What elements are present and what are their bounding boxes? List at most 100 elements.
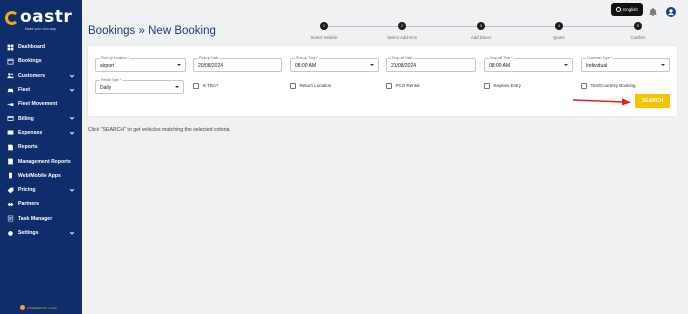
- partners-icon: [6, 200, 14, 208]
- billing-icon: [6, 115, 14, 123]
- task-manager-icon: [6, 215, 14, 223]
- chevron-down-icon[interactable]: [69, 73, 75, 79]
- chevron-down-icon[interactable]: [69, 230, 75, 236]
- dropoff-date-label: Drop-off Date: [391, 56, 414, 60]
- sidebar-item-expenses[interactable]: Expenses: [0, 126, 82, 140]
- page-title: Bookings » New Booking: [88, 25, 216, 37]
- step-quote: 4 Quote: [529, 22, 589, 40]
- pickup-time-select[interactable]: Pick-up Time * 08:00 AM: [290, 56, 379, 72]
- sidebar-item-label: Settings: [18, 230, 39, 236]
- sidebar-item-fleet[interactable]: Fleet: [0, 83, 82, 97]
- search-button[interactable]: SEARCH: [635, 94, 670, 108]
- breadcrumb-current: New Booking: [148, 25, 216, 37]
- fleet-movement-icon: [6, 100, 14, 108]
- step-number: 4: [555, 22, 563, 30]
- powered-by: POWERED BY Coastr: [20, 305, 57, 310]
- checkbox-icon[interactable]: [581, 83, 587, 89]
- dropoff-time-select[interactable]: Drop-off Time * 08:00 AM: [484, 56, 573, 72]
- return-location-label: Return Location: [299, 83, 332, 89]
- step-number: 3: [477, 22, 485, 30]
- step-label: Confirm: [630, 35, 646, 40]
- dropoff-time-label: Drop-off Time *: [489, 56, 514, 60]
- sidebar-item-dashboard[interactable]: Dashboard: [0, 40, 82, 54]
- step-label: Select Vehicle: [310, 35, 338, 40]
- chevron-down-icon[interactable]: [69, 87, 75, 93]
- search-hint-text: Click "SEARCH" to get vehicles matching …: [88, 127, 230, 133]
- checkbox-icon[interactable]: [290, 83, 296, 89]
- test-courtesy-booking-label: Test/Courtesy Booking: [590, 83, 636, 89]
- sidebar-item-label: Expenses: [18, 129, 43, 136]
- pickup-date-value: 20/08/2024: [198, 63, 224, 69]
- sidebar-item-label: Billing: [18, 115, 34, 122]
- sidebar-item-label: Customers: [18, 72, 46, 79]
- dropoff-date-field[interactable]: Drop-off Date 21/08/2024: [386, 56, 476, 72]
- step-label: Quote: [553, 35, 565, 40]
- step-add-driver: 3 Add Driver: [451, 22, 511, 40]
- sidebar-item-settings[interactable]: Settings: [0, 226, 82, 240]
- logo-c-mark: [5, 10, 19, 25]
- pickup-location-select[interactable]: Pick-Up Location * airport: [95, 56, 186, 72]
- pco-rental-checkbox[interactable]: PCO Rental: [386, 83, 420, 89]
- caret-down-icon: [370, 64, 374, 66]
- booking-stepper: 1 Select Vehicle 2 Select Add-Ons 3 Add …: [300, 20, 670, 44]
- sidebar-item-fleet-movement[interactable]: Fleet Movement: [0, 97, 82, 111]
- sidebar-item-partners[interactable]: Partners: [0, 197, 82, 211]
- rental-type-select[interactable]: Rental Type * Daily: [95, 78, 184, 94]
- return-location-checkbox[interactable]: Return Location: [290, 83, 331, 89]
- dashboard-icon: [6, 43, 14, 51]
- sidebar-item-reports[interactable]: Reports: [0, 140, 82, 154]
- sidebar-item-label: Dashboard: [18, 44, 46, 51]
- step-confirm: 5 Confirm: [608, 22, 668, 40]
- red-arrow-annotation: [572, 98, 631, 106]
- customers-icon: [6, 72, 14, 80]
- sidebar-item-pricing[interactable]: Pricing: [0, 183, 82, 197]
- pickup-time-value: 08:00 AM: [295, 63, 317, 69]
- apps-icon: [6, 172, 14, 180]
- checkbox-icon[interactable]: [484, 83, 490, 89]
- breadcrumb-separator: »: [138, 25, 145, 37]
- customer-type-value: Individual: [586, 63, 608, 69]
- pickup-date-field[interactable]: Pick-up Date 20/08/2024: [193, 56, 282, 72]
- test-courtesy-booking-checkbox[interactable]: Test/Courtesy Booking: [581, 83, 636, 89]
- bookings-icon: [6, 57, 14, 65]
- chevron-down-icon[interactable]: [69, 187, 75, 193]
- management-reports-icon: [6, 158, 14, 166]
- rental-type-value: Daily: [100, 85, 112, 91]
- pricing-icon: [6, 186, 14, 194]
- sidebar: oastr Make your own way Dashboard Booking…: [0, 0, 82, 314]
- sidebar-item-bookings[interactable]: Bookings: [0, 54, 82, 68]
- is-tba-checkbox[interactable]: Is TBA?: [193, 83, 218, 89]
- sidebar-item-billing[interactable]: Billing: [0, 111, 82, 125]
- powered-by-label: POWERED BY Coastr: [27, 305, 57, 310]
- checkbox-icon[interactable]: [386, 83, 392, 89]
- caret-down-icon: [175, 86, 179, 88]
- step-number: 1: [320, 22, 328, 30]
- chevron-down-icon[interactable]: [69, 130, 75, 136]
- dropoff-time-value: 08:00 AM: [489, 63, 511, 69]
- checkbox-icon[interactable]: [193, 83, 199, 89]
- step-label: Add Driver: [470, 35, 492, 40]
- sidebar-item-label: Fleet: [18, 87, 31, 94]
- sidebar-item-web-mobile-apps[interactable]: Web/Mobile Apps: [0, 169, 82, 183]
- customer-type-select[interactable]: Customer Type * Individual: [581, 56, 670, 72]
- breadcrumb-root[interactable]: Bookings: [88, 25, 135, 37]
- customer-type-label: Customer Type *: [586, 56, 614, 60]
- sidebar-item-label: Management Reports: [18, 158, 71, 165]
- pco-rental-label: PCO Rental: [395, 83, 420, 89]
- brand-name: oastr: [20, 7, 73, 27]
- user-avatar-icon[interactable]: [666, 4, 676, 17]
- sidebar-item-task-manager[interactable]: Task Manager: [0, 212, 82, 226]
- sidebar-item-label: Fleet Movement: [18, 101, 58, 108]
- step-select-vehicle: 1 Select Vehicle: [294, 22, 354, 40]
- keyless-entry-checkbox[interactable]: Keyless Entry: [484, 83, 521, 89]
- brand-logo[interactable]: oastr Make your own way: [5, 9, 77, 31]
- language-button[interactable]: English: [611, 3, 643, 16]
- step-number: 2: [398, 22, 406, 30]
- sidebar-item-management-reports[interactable]: Management Reports: [0, 154, 82, 168]
- bell-icon[interactable]: [648, 4, 658, 17]
- sidebar-item-customers[interactable]: Customers: [0, 69, 82, 83]
- fleet-icon: [6, 86, 14, 94]
- chevron-down-icon[interactable]: [69, 115, 75, 121]
- sidebar-item-label: Pricing: [18, 187, 36, 194]
- language-label: English: [623, 7, 638, 12]
